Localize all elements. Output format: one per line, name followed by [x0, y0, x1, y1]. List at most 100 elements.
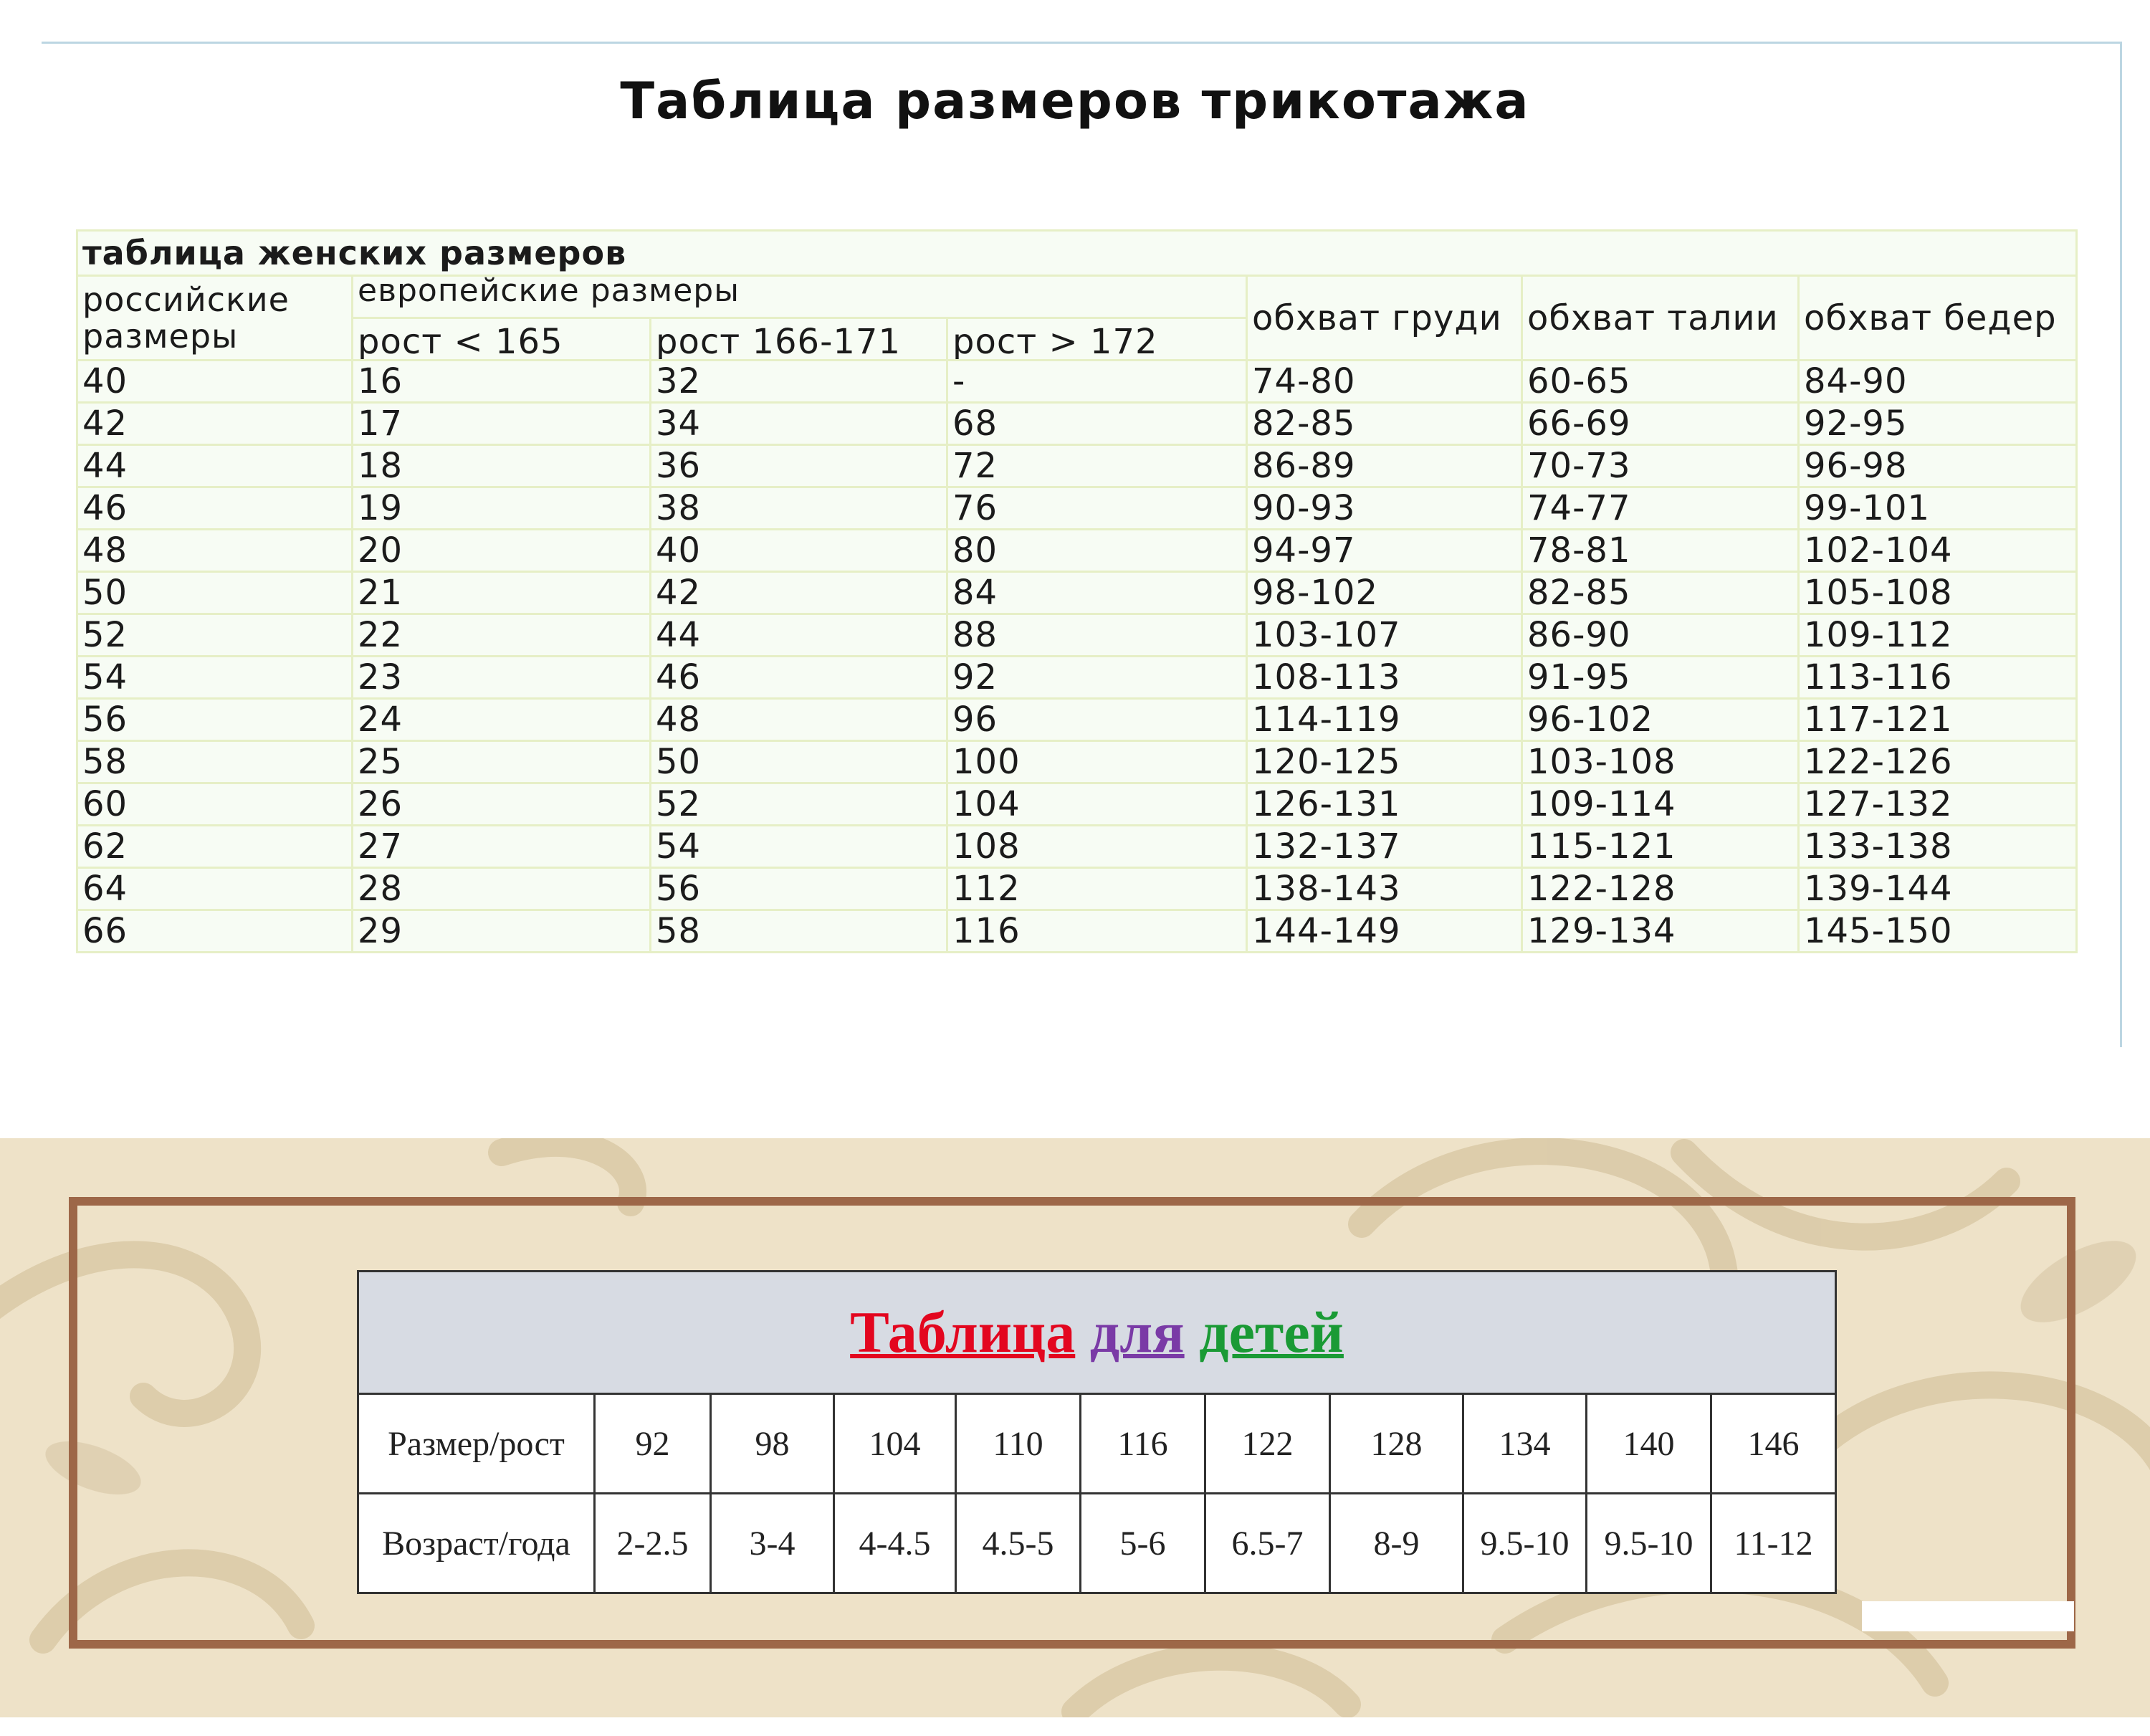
- eu-size-166-171-cell: 32: [649, 359, 948, 404]
- header-height-under-165: рост < 165: [351, 317, 651, 361]
- bust-range-cell: 90-93: [1246, 486, 1523, 530]
- bust-range-cell: 120-125: [1246, 740, 1523, 784]
- eu-size-166-171-cell: 38: [649, 486, 948, 530]
- eu-size-under-165-cell: 25: [351, 740, 651, 784]
- size-height-cell: 128: [1329, 1393, 1464, 1494]
- eu-size-166-171-cell: 36: [649, 444, 948, 488]
- waist-range-cell: 74-77: [1521, 486, 1800, 530]
- table-row: 58 25 50 100 120-125 103-108 122-126: [76, 740, 2078, 784]
- hips-range-cell: 133-138: [1797, 824, 2078, 869]
- waist-range-cell: 115-121: [1521, 824, 1800, 869]
- eu-size-166-171-cell: 48: [649, 697, 948, 742]
- size-height-cell: 104: [833, 1393, 957, 1494]
- hips-range-cell: 127-132: [1797, 782, 2078, 826]
- women-table-caption: таблица женских размеров: [75, 229, 2078, 277]
- eu-size-under-165-cell: 26: [351, 782, 651, 826]
- eu-size-166-171-cell: 34: [649, 401, 948, 446]
- hips-range-cell: 84-90: [1797, 359, 2078, 404]
- hips-range-cell: 117-121: [1797, 697, 2078, 742]
- eu-size-166-171-cell: 40: [649, 528, 948, 573]
- eu-size-over-172-cell: 68: [946, 401, 1248, 446]
- eu-size-over-172-cell: 84: [946, 571, 1248, 615]
- header-height-166-171: рост 166-171: [649, 317, 948, 361]
- kids-size-table: Таблица для детей Размер/рост 92 98 104 110…: [356, 1270, 1838, 1594]
- russian-size-cell: 46: [76, 486, 353, 530]
- eu-size-under-165-cell: 23: [351, 655, 651, 700]
- russian-size-cell: 62: [76, 824, 353, 869]
- table-row: 48 20 40 80 94-97 78-81 102-104: [76, 528, 2078, 573]
- white-label-strip: [1862, 1601, 2074, 1631]
- eu-size-over-172-cell: 112: [946, 867, 1248, 911]
- eu-size-under-165-cell: 24: [351, 697, 651, 742]
- header-russian-sizes: российские размеры: [76, 275, 353, 361]
- eu-size-under-165-cell: 17: [351, 401, 651, 446]
- waist-range-cell: 66-69: [1521, 401, 1800, 446]
- waist-range-cell: 129-134: [1521, 909, 1800, 953]
- women-size-table: таблица женских размеров российские разм…: [75, 229, 2078, 953]
- bust-range-cell: 132-137: [1246, 824, 1523, 869]
- russian-size-cell: 42: [76, 401, 353, 446]
- eu-size-over-172-cell: 92: [946, 655, 1248, 700]
- table-row: 66 29 58 116 144-149 129-134 145-150: [76, 909, 2078, 953]
- bust-range-cell: 86-89: [1246, 444, 1523, 488]
- eu-size-under-165-cell: 22: [351, 613, 651, 657]
- russian-size-cell: 66: [76, 909, 353, 953]
- eu-size-166-171-cell: 44: [649, 613, 948, 657]
- eu-size-over-172-cell: -: [946, 359, 1248, 404]
- hips-range-cell: 109-112: [1797, 613, 2078, 657]
- waist-range-cell: 109-114: [1521, 782, 1800, 826]
- header-waist: обхват талии: [1521, 275, 1800, 361]
- age-cell: 2-2.5: [593, 1492, 712, 1594]
- eu-size-under-165-cell: 19: [351, 486, 651, 530]
- age-cell: 5-6: [1079, 1492, 1206, 1594]
- waist-range-cell: 82-85: [1521, 571, 1800, 615]
- size-height-cell: 116: [1079, 1393, 1206, 1494]
- eu-size-under-165-cell: 29: [351, 909, 651, 953]
- table-row: 64 28 56 112 138-143 122-128 139-144: [76, 867, 2078, 911]
- eu-size-under-165-cell: 18: [351, 444, 651, 488]
- russian-size-cell: 48: [76, 528, 353, 573]
- header-hips: обхват бедер: [1797, 275, 2078, 361]
- size-height-cell: 134: [1462, 1393, 1587, 1494]
- eu-size-166-171-cell: 54: [649, 824, 948, 869]
- waist-range-cell: 86-90: [1521, 613, 1800, 657]
- table-row: 46 19 38 76 90-93 74-77 99-101: [76, 486, 2078, 530]
- eu-size-166-171-cell: 42: [649, 571, 948, 615]
- russian-size-cell: 44: [76, 444, 353, 488]
- hips-range-cell: 105-108: [1797, 571, 2078, 615]
- kids-table-title: Таблица для детей: [356, 1270, 1838, 1395]
- eu-size-over-172-cell: 72: [946, 444, 1248, 488]
- eu-size-under-165-cell: 28: [351, 867, 651, 911]
- bust-range-cell: 94-97: [1246, 528, 1523, 573]
- table-row: 56 24 48 96 114-119 96-102 117-121: [76, 697, 2078, 742]
- header-bust: обхват груди: [1246, 275, 1523, 361]
- bust-range-cell: 114-119: [1246, 697, 1523, 742]
- age-cell: 11-12: [1709, 1492, 1838, 1594]
- table-row: 44 18 36 72 86-89 70-73 96-98: [76, 444, 2078, 488]
- hips-range-cell: 122-126: [1797, 740, 2078, 784]
- hips-range-cell: 102-104: [1797, 528, 2078, 573]
- hips-range-cell: 113-116: [1797, 655, 2078, 700]
- age-cell: 9.5-10: [1462, 1492, 1587, 1594]
- bust-range-cell: 138-143: [1246, 867, 1523, 911]
- bust-range-cell: 108-113: [1246, 655, 1523, 700]
- table-row: 54 23 46 92 108-113 91-95 113-116: [76, 655, 2078, 700]
- russian-size-cell: 60: [76, 782, 353, 826]
- eu-size-under-165-cell: 20: [351, 528, 651, 573]
- eu-size-166-171-cell: 50: [649, 740, 948, 784]
- waist-range-cell: 60-65: [1521, 359, 1800, 404]
- waist-range-cell: 96-102: [1521, 697, 1800, 742]
- bust-range-cell: 74-80: [1246, 359, 1523, 404]
- bust-range-cell: 103-107: [1246, 613, 1523, 657]
- age-cell: 4-4.5: [833, 1492, 957, 1594]
- russian-size-cell: 50: [76, 571, 353, 615]
- header-european-sizes: европейские размеры: [351, 275, 1248, 319]
- size-height-cell: 98: [710, 1393, 835, 1494]
- age-cell: 6.5-7: [1204, 1492, 1331, 1594]
- hips-range-cell: 92-95: [1797, 401, 2078, 446]
- eu-size-over-172-cell: 76: [946, 486, 1248, 530]
- table-row: 60 26 52 104 126-131 109-114 127-132: [76, 782, 2078, 826]
- age-cell: 9.5-10: [1585, 1492, 1712, 1594]
- russian-size-cell: 52: [76, 613, 353, 657]
- table-row: 52 22 44 88 103-107 86-90 109-112: [76, 613, 2078, 657]
